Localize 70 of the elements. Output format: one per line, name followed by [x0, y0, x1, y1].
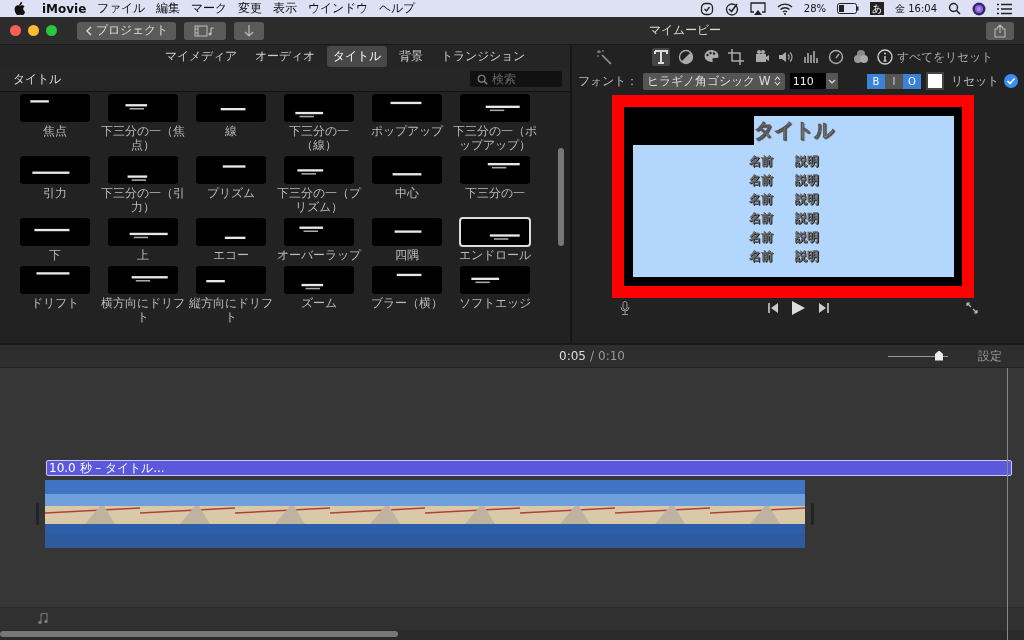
total-time: 0:10: [598, 349, 625, 363]
title-label: 下三分の一（引力）: [100, 186, 186, 214]
text-style-button[interactable]: O: [903, 73, 921, 89]
browser-tab[interactable]: マイメディア: [159, 45, 243, 67]
credit-description: 説明: [794, 191, 819, 208]
title-label: 下三分の一（線）: [288, 124, 350, 152]
credit-name: 名前: [748, 172, 773, 189]
title-label: 焦点: [43, 124, 67, 138]
menu-item[interactable]: 表示: [273, 0, 298, 17]
reset-all-link[interactable]: すべてをリセット: [897, 48, 993, 66]
font-dropdown[interactable]: ヒラギノ角ゴシック W: [643, 72, 785, 90]
menubar-clock[interactable]: 金 16:04: [895, 1, 937, 16]
title-label: 四隅: [395, 248, 419, 262]
text-style-button[interactable]: B: [867, 73, 885, 89]
title-label: ポップアップ: [371, 124, 443, 138]
credit-description: 説明: [794, 248, 819, 265]
browser-tab[interactable]: 背景: [393, 45, 429, 67]
credit-name: 名前: [748, 229, 773, 246]
time-separator: /: [590, 349, 595, 363]
current-time: 0:05: [559, 349, 586, 363]
font-size-field[interactable]: 110: [789, 73, 826, 89]
credit-name: 名前: [748, 191, 773, 208]
title-label: エンドロール: [459, 248, 531, 262]
credit-description: 説明: [794, 210, 819, 227]
title-label: 上: [137, 248, 149, 262]
title-label: ズーム: [301, 296, 337, 310]
search-field[interactable]: 検索: [470, 71, 562, 87]
window-title: マイムービー: [649, 22, 721, 39]
title-label: オーバーラップ: [277, 248, 361, 262]
title-label: エコー: [213, 248, 249, 262]
credit-name: 名前: [748, 210, 773, 227]
title-label: 下三分の一（プリズム）: [276, 186, 362, 214]
browser-tab[interactable]: タイトル: [327, 45, 387, 67]
title-label: 下三分の一（ポップアップ）: [452, 124, 538, 152]
title-label: 下三分の一（焦点）: [100, 124, 186, 152]
credit-name: 名前: [748, 248, 773, 265]
browser-tab[interactable]: トランジション: [435, 45, 531, 67]
title-label: 中心: [395, 186, 419, 200]
menu-item[interactable]: 変更: [238, 0, 263, 17]
title-label: 縦方向にドリフト: [188, 296, 274, 324]
title-clip[interactable]: 10.0 秒 – タイトル...: [46, 460, 1012, 476]
font-label: フォント：: [578, 72, 638, 90]
title-label: ソフトエッジ: [459, 296, 531, 310]
title-label: ブラー（横）: [371, 296, 443, 310]
credit-description: 説明: [794, 172, 819, 189]
title-text: タイトル: [754, 117, 834, 144]
input-method-indicator[interactable]: あ: [870, 2, 884, 15]
title-label: 横方向にドリフト: [100, 296, 186, 324]
menu-item[interactable]: ヘルプ: [379, 0, 416, 17]
title-label: 引力: [43, 186, 67, 200]
text-style-button[interactable]: I: [885, 73, 903, 89]
title-label: 下三分の一: [465, 186, 525, 200]
menu-item[interactable]: マーク: [191, 0, 228, 17]
browser-tab[interactable]: オーディオ: [249, 45, 321, 67]
title-label: プリズム: [207, 186, 255, 200]
menu-item[interactable]: 編集: [156, 0, 181, 17]
menu-item[interactable]: ファイル: [97, 0, 146, 17]
credit-description: 説明: [794, 229, 819, 246]
browser-heading: タイトル: [13, 70, 62, 88]
title-label: ドリフト: [31, 296, 79, 310]
credit-description: 説明: [794, 153, 819, 170]
app-menu[interactable]: iMovie: [42, 1, 87, 16]
reset-button[interactable]: リセット: [951, 72, 999, 90]
title-label: 下: [49, 248, 61, 262]
settings-button[interactable]: 設定: [978, 347, 1002, 365]
menu-item[interactable]: ウインドウ: [308, 0, 369, 17]
battery-percent: 28%: [803, 3, 826, 14]
back-button[interactable]: プロジェクト: [77, 21, 176, 40]
credit-name: 名前: [748, 153, 773, 170]
title-label: 線: [225, 124, 237, 138]
